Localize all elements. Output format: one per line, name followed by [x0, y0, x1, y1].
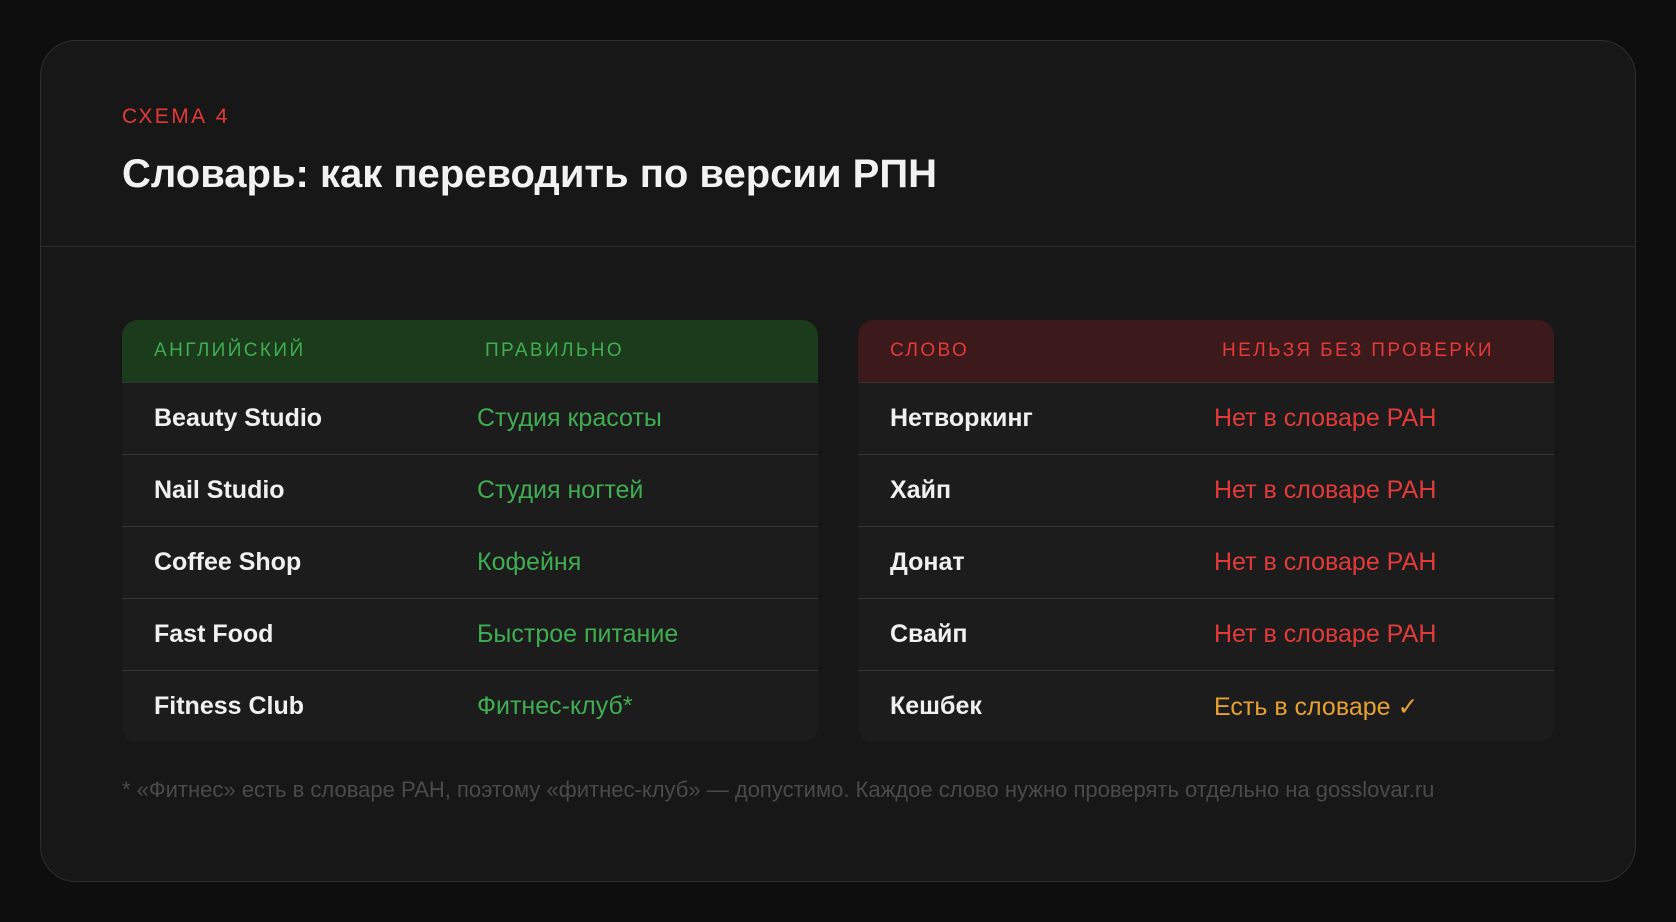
dictionary-status-ok: Есть в словаре ✓ — [1214, 692, 1419, 721]
column-header-english: АНГЛИЙСКИЙ — [154, 340, 306, 361]
footnote: * «Фитнес» есть в словаре РАН, поэтому «… — [122, 777, 1435, 802]
english-term: Beauty Studio — [154, 404, 323, 432]
tables-container: АНГЛИЙСКИЙ ПРАВИЛЬНО Beauty Studio Студи… — [122, 320, 1554, 742]
english-term: Nail Studio — [154, 476, 285, 504]
word: Свайп — [890, 620, 968, 648]
column-header-word: СЛОВО — [890, 340, 970, 361]
table-row: Beauty Studio Студия красоты — [122, 382, 818, 454]
table-row: Донат Нет в словаре РАН — [858, 526, 1554, 598]
table-row: Нетворкинг Нет в словаре РАН — [858, 382, 1554, 454]
table-row: Fast Food Быстрое питание — [122, 598, 818, 670]
correct-translations-table: АНГЛИЙСКИЙ ПРАВИЛЬНО Beauty Studio Студи… — [122, 320, 818, 742]
word: Хайп — [890, 476, 952, 504]
column-header-restricted: НЕЛЬЗЯ БЕЗ ПРОВЕРКИ — [1222, 340, 1494, 361]
schema-card: СХЕМА 4 Словарь: как переводить по верси… — [40, 40, 1636, 882]
table-row: Nail Studio Студия ногтей — [122, 454, 818, 526]
word: Нетворкинг — [890, 404, 1033, 432]
russian-translation: Кофейня — [477, 548, 582, 576]
schema-label: СХЕМА 4 — [122, 105, 230, 128]
dictionary-status: Нет в словаре РАН — [1214, 476, 1437, 504]
page-title: Словарь: как переводить по версии РПН — [122, 152, 937, 196]
table-row: Coffee Shop Кофейня — [122, 526, 818, 598]
table-row: Хайп Нет в словаре РАН — [858, 454, 1554, 526]
russian-translation: Студия ногтей — [477, 476, 644, 504]
table-header: АНГЛИЙСКИЙ ПРАВИЛЬНО — [122, 320, 818, 382]
card-header: СХЕМА 4 Словарь: как переводить по верси… — [41, 41, 1635, 247]
russian-translation: Быстрое питание — [477, 620, 679, 648]
russian-translation: Фитнес-клуб* — [477, 692, 633, 720]
english-term: Fast Food — [154, 620, 274, 648]
russian-translation: Студия красоты — [477, 404, 662, 432]
column-header-correct: ПРАВИЛЬНО — [485, 340, 625, 361]
table-header: СЛОВО НЕЛЬЗЯ БЕЗ ПРОВЕРКИ — [858, 320, 1554, 382]
table-row: Свайп Нет в словаре РАН — [858, 598, 1554, 670]
english-term: Fitness Club — [154, 692, 305, 720]
table-row: Кешбек Есть в словаре ✓ — [858, 670, 1554, 742]
dictionary-status: Нет в словаре РАН — [1214, 548, 1437, 576]
dictionary-status: Нет в словаре РАН — [1214, 404, 1437, 432]
unverified-words-table: СЛОВО НЕЛЬЗЯ БЕЗ ПРОВЕРКИ Нетворкинг Нет… — [858, 320, 1554, 742]
dictionary-status: Нет в словаре РАН — [1214, 620, 1437, 648]
word: Донат — [890, 548, 965, 576]
english-term: Coffee Shop — [154, 548, 302, 576]
word: Кешбек — [890, 692, 982, 720]
table-row: Fitness Club Фитнес-клуб* — [122, 670, 818, 742]
